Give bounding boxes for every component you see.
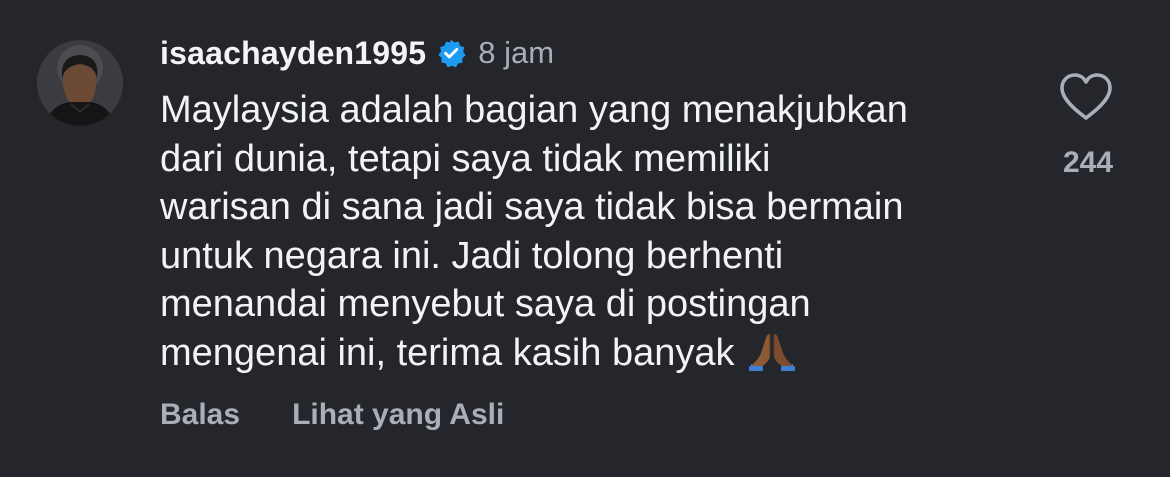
reply-button[interactable]: Balas [160,398,240,432]
folded-hands-emoji-icon [748,331,795,371]
comment-time: 8 jam [478,35,555,70]
comment-line: mengenai ini, terima kasih banyak [160,331,735,374]
comment-line: untuk negara ini. Jadi tolong berhenti [160,234,784,277]
comment-header: isaachayden1995 8 jam [160,30,554,76]
comment-actions: Balas Lihat yang Asli [160,398,504,432]
comment-line: menandai menyebut saya di postingan [160,283,811,325]
heart-outline-icon [1060,73,1112,120]
avatar-photo [37,40,123,126]
comment-last-line: mengenai ini, terima kasih banyak [160,329,1040,378]
like-count: 244 [1062,146,1114,179]
comment-line: warisan di sana jadi saya tidak bisa ber… [160,186,904,228]
comment-line: Maylaysia adalah bagian yang menakjubkan [160,89,908,131]
see-original-button[interactable]: Lihat yang Asli [292,398,504,432]
username[interactable]: isaachayden1995 [160,35,426,72]
like-button[interactable] [1058,72,1114,122]
avatar[interactable] [37,40,123,126]
verified-badge-icon [436,38,466,68]
comment-text: Maylaysia adalah bagian yang menakjubkan… [160,86,1040,377]
comment-line: dari dunia, tetapi saya tidak memiliki [160,137,771,180]
